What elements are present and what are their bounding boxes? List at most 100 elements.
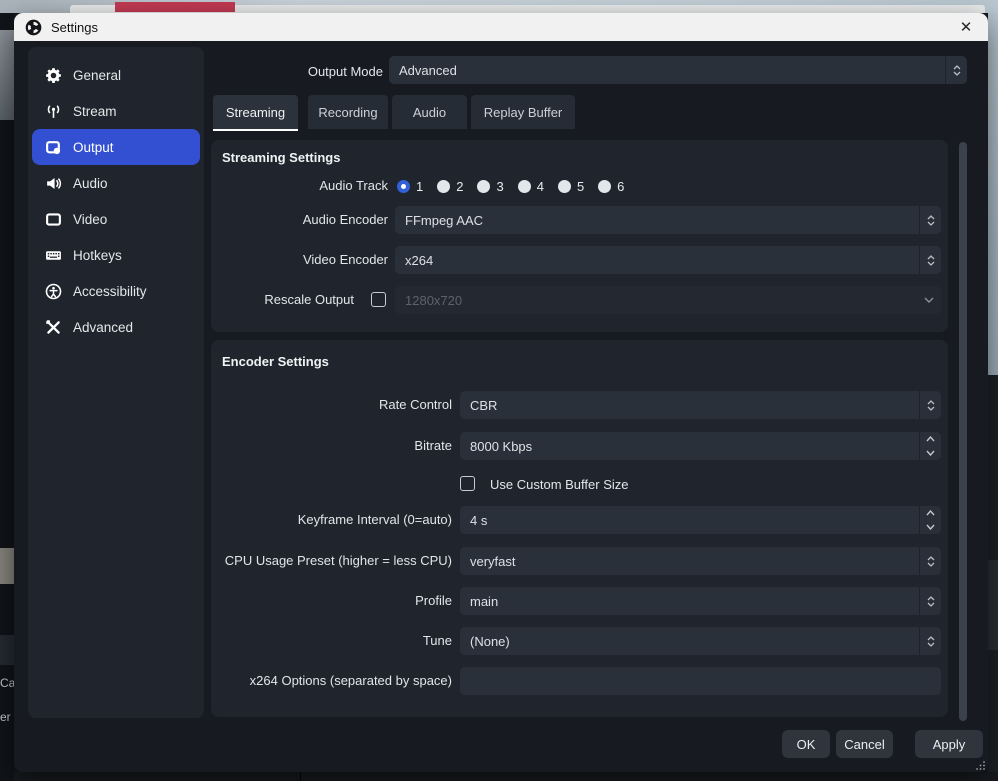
audio-encoder-label: Audio Encoder [211, 206, 388, 234]
profile-value: main [460, 594, 919, 609]
audio-encoder-value: FFmpeg AAC [395, 213, 919, 228]
sidebar-item-hotkeys[interactable]: Hotkeys [32, 237, 200, 273]
rescale-output-checkbox[interactable] [371, 292, 386, 307]
audio-track-radio-2[interactable] [437, 180, 450, 193]
rescale-resolution-combo: 1280x720 [395, 286, 941, 314]
keyboard-icon [45, 247, 62, 264]
profile-label: Profile [211, 587, 452, 615]
rate-control-value: CBR [460, 398, 919, 413]
speaker-icon [45, 175, 62, 192]
background-bottom-strip [14, 772, 998, 781]
x264-options-input[interactable] [460, 667, 941, 695]
section-title: Encoder Settings [222, 354, 329, 369]
background-divider [300, 772, 301, 781]
background-right-sky [988, 13, 998, 375]
sidebar-item-label: Accessibility [73, 284, 147, 299]
audio-track-radio-group: 123456 [397, 179, 638, 194]
x264-options-label: x264 Options (separated by space) [211, 667, 452, 695]
cancel-button[interactable]: Cancel [836, 730, 893, 758]
output-mode-value: Advanced [389, 63, 945, 78]
audio-track-option-label: 5 [577, 179, 584, 194]
background-red-accent [115, 2, 235, 12]
video-encoder-label: Video Encoder [211, 246, 388, 274]
use-custom-buffer-checkbox[interactable] [460, 476, 475, 491]
vertical-scrollbar[interactable] [959, 142, 967, 721]
chevron-updown-icon[interactable] [919, 246, 941, 274]
profile-select[interactable]: main [460, 587, 941, 615]
background-thumbnail [0, 548, 14, 584]
resize-grip[interactable] [975, 760, 986, 770]
audio-track-option-label: 1 [416, 179, 423, 194]
sidebar-item-label: Video [73, 212, 107, 227]
chevron-updown-icon[interactable] [919, 627, 941, 655]
output-mode-label: Output Mode [194, 64, 383, 79]
settings-dialog: Settings ✕ GeneralStream Output Audio Video… [14, 13, 988, 772]
cpu-preset-label: CPU Usage Preset (higher = less CPU) [211, 547, 452, 575]
audio-track-option-label: 3 [496, 179, 503, 194]
encoder-settings-panel: Encoder Settings Rate Control CBR Bitrat… [211, 340, 948, 717]
background-right-panel [988, 560, 998, 650]
chevron-updown-icon[interactable] [919, 547, 941, 575]
obs-logo-icon [25, 19, 42, 36]
tools-icon [45, 319, 62, 336]
tab-audio[interactable]: Audio [392, 95, 467, 129]
gear-icon [45, 67, 62, 84]
tune-value: (None) [460, 634, 919, 649]
rate-control-label: Rate Control [211, 391, 452, 419]
settings-sidebar: GeneralStream Output Audio Video Hotkeys Acce… [28, 47, 204, 718]
audio-track-label: Audio Track [211, 172, 388, 200]
chevron-updown-icon[interactable] [919, 587, 941, 615]
sidebar-item-output[interactable]: Output [32, 129, 200, 165]
audio-track-radio-3[interactable] [477, 180, 490, 193]
sidebar-item-label: Output [73, 140, 114, 155]
audio-track-radio-5[interactable] [558, 180, 571, 193]
sidebar-item-general[interactable]: General [32, 57, 200, 93]
sidebar-item-label: Audio [73, 176, 108, 191]
cpu-preset-select[interactable]: veryfast [460, 547, 941, 575]
sidebar-item-advanced[interactable]: Advanced [32, 309, 200, 345]
sidebar-item-stream[interactable]: Stream [32, 93, 200, 129]
audio-track-radio-1[interactable] [397, 180, 410, 193]
section-title: Streaming Settings [222, 150, 340, 165]
sidebar-item-accessibility[interactable]: Accessibility [32, 273, 200, 309]
tab-recording[interactable]: Recording [308, 95, 388, 129]
tune-select[interactable]: (None) [460, 627, 941, 655]
background-left-strip [0, 13, 14, 781]
bitrate-value: 8000 Kbps [460, 439, 919, 454]
dialog-titlebar[interactable]: Settings ✕ [14, 13, 988, 41]
background-text-fragment: er [0, 710, 11, 724]
tab-streaming[interactable]: Streaming [213, 95, 298, 129]
rate-control-select[interactable]: CBR [460, 391, 941, 419]
chevron-updown-icon[interactable] [945, 56, 967, 84]
audio-encoder-select[interactable]: FFmpeg AAC [395, 206, 941, 234]
chevron-updown-icon[interactable] [919, 206, 941, 234]
chevron-down-icon [917, 286, 941, 314]
tune-label: Tune [211, 627, 452, 655]
output-mode-select[interactable]: Advanced [389, 56, 967, 84]
chevron-updown-icon[interactable] [919, 391, 941, 419]
background-panel-sliver [0, 635, 14, 665]
ok-button[interactable]: OK [782, 730, 830, 758]
audio-track-radio-6[interactable] [598, 180, 611, 193]
keyframe-interval-spinbox[interactable]: 4 s [460, 506, 941, 534]
audio-track-option-label: 6 [617, 179, 624, 194]
apply-button[interactable]: Apply [915, 730, 983, 758]
monitor-icon [45, 211, 62, 228]
video-encoder-select[interactable]: x264 [395, 246, 941, 274]
tab-replay-buffer[interactable]: Replay Buffer [471, 95, 575, 129]
broadcast-icon [45, 103, 62, 120]
keyframe-interval-label: Keyframe Interval (0=auto) [211, 506, 452, 534]
use-custom-buffer-label: Use Custom Buffer Size [490, 477, 628, 492]
bitrate-label: Bitrate [211, 432, 452, 460]
sidebar-item-video[interactable]: Video [32, 201, 200, 237]
spinbox-arrows-icon[interactable] [919, 432, 941, 460]
background-thumbnail [0, 30, 14, 120]
sidebar-item-audio[interactable]: Audio [32, 165, 200, 201]
close-button[interactable]: ✕ [944, 13, 988, 41]
accessibility-icon [45, 283, 62, 300]
bitrate-spinbox[interactable]: 8000 Kbps [460, 432, 941, 460]
audio-track-radio-4[interactable] [518, 180, 531, 193]
cpu-preset-value: veryfast [460, 554, 919, 569]
spinbox-arrows-icon[interactable] [919, 506, 941, 534]
sidebar-item-label: Hotkeys [73, 248, 122, 263]
